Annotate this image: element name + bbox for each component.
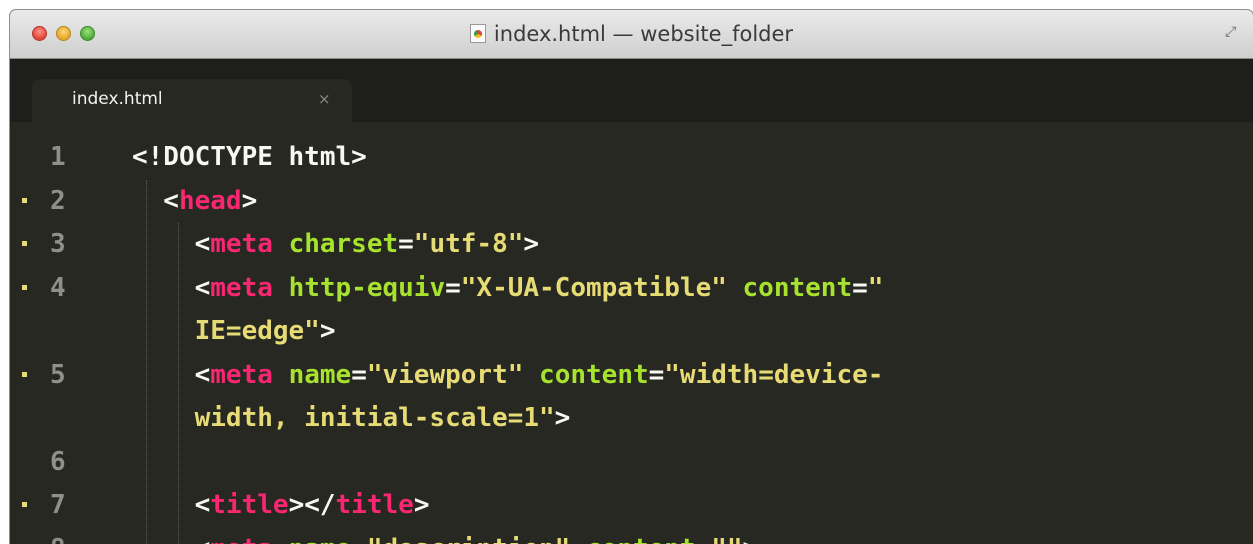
code-token: meta xyxy=(210,229,273,259)
code-token: = xyxy=(351,534,367,544)
code-token: ></ xyxy=(288,490,336,520)
code-text: <head> xyxy=(132,180,257,223)
line-number: 2 xyxy=(50,185,66,216)
code-line[interactable]: 4 <meta http-equiv="X-UA-Compatible" con… xyxy=(10,267,1253,310)
title-bar[interactable]: index.html — website_folder ⤢ xyxy=(10,10,1253,59)
code-token: < xyxy=(132,490,211,520)
tab-label: index.html xyxy=(72,89,163,109)
code-token: "X-UA-Compatible" xyxy=(460,272,727,303)
code-token: content xyxy=(586,534,696,544)
code-token: = xyxy=(696,534,712,544)
code-token: meta xyxy=(210,359,273,390)
modified-line-marker xyxy=(22,371,27,377)
code-text: <!DOCTYPE html> xyxy=(132,136,367,179)
code-token: "description" xyxy=(367,534,571,544)
code-text: <meta name="viewport" content="width=dev… xyxy=(132,354,884,397)
modified-line-marker xyxy=(22,502,27,507)
code-token: width, initial-scale=1" xyxy=(132,403,555,433)
code-token: > xyxy=(241,185,258,216)
editor-window: index.html — website_folder ⤢ index.html… xyxy=(10,10,1253,544)
code-line[interactable]: 8 <meta name="description" content=""> xyxy=(10,528,1253,544)
code-token: "viewport" xyxy=(366,359,524,390)
code-token: > xyxy=(554,403,571,433)
line-number: 8 xyxy=(50,528,90,544)
html-file-icon xyxy=(469,24,486,43)
code-token: > xyxy=(413,490,430,520)
modified-line-marker xyxy=(22,241,27,246)
code-token: < xyxy=(132,534,211,544)
modified-line-marker xyxy=(22,197,27,203)
window-title-wrap: index.html — website_folder xyxy=(10,22,1253,46)
code-text: <meta charset="utf-8"> xyxy=(132,223,539,266)
code-token: "width=device- xyxy=(664,359,884,390)
code-token: "utf-8" xyxy=(413,229,524,259)
code-token: title xyxy=(210,490,289,520)
code-token: < xyxy=(132,185,179,216)
code-token: " xyxy=(867,272,884,303)
code-line[interactable]: 5 <meta name="viewport" content="width=d… xyxy=(10,354,1253,397)
fullscreen-icon[interactable]: ⤢ xyxy=(1225,24,1241,40)
code-text: <title></title> xyxy=(132,484,430,527)
code-token: = xyxy=(852,272,868,303)
code-text: <meta name="description" content=""> xyxy=(132,528,759,544)
code-token: < xyxy=(132,229,211,259)
code-token: < xyxy=(132,272,211,303)
code-line[interactable]: 7 <title></title> xyxy=(10,484,1253,527)
code-token: > xyxy=(743,534,759,544)
code-line[interactable]: width, initial-scale=1"> xyxy=(10,397,1253,440)
code-token: name xyxy=(289,534,352,544)
line-number: 5 xyxy=(50,359,66,390)
code-line[interactable]: IE=edge"> xyxy=(10,310,1253,353)
code-token: http-equiv xyxy=(288,272,446,303)
code-line[interactable]: 6 xyxy=(10,441,1253,484)
code-token: head xyxy=(178,185,242,216)
code-token: content xyxy=(742,272,853,303)
line-number: 4 xyxy=(50,272,66,303)
code-token: content xyxy=(539,359,649,390)
code-token: name xyxy=(288,359,352,390)
tab-close-button[interactable]: × xyxy=(318,90,331,108)
code-line[interactable]: 3 <meta charset="utf-8"> xyxy=(10,223,1253,266)
code-text: <meta http-equiv="X-UA-Compatible" conte… xyxy=(132,267,884,310)
code-token: > xyxy=(319,316,336,346)
code-token: = xyxy=(445,272,461,303)
code-token: meta xyxy=(210,534,273,544)
code-editor[interactable]: 1 <!DOCTYPE html> 2 <head> 3 <meta charset=… xyxy=(10,122,1253,544)
indent-guide xyxy=(178,223,179,544)
code-token: "" xyxy=(711,534,742,544)
code-text: IE=edge"> xyxy=(132,310,336,353)
code-text: width, initial-scale=1"> xyxy=(132,397,571,440)
indent-guide xyxy=(146,179,147,544)
code-token: = xyxy=(351,359,367,390)
line-number: 3 xyxy=(50,229,66,259)
tab-index-html[interactable]: index.html × xyxy=(32,79,352,122)
window-title: index.html — website_folder xyxy=(493,22,794,46)
line-number: 7 xyxy=(50,490,66,520)
line-number: 1 xyxy=(50,142,66,172)
code-line[interactable]: 1 <!DOCTYPE html> xyxy=(10,136,1253,179)
code-token: charset xyxy=(288,229,399,259)
modified-line-marker xyxy=(22,284,27,290)
code-line[interactable]: 2 <head> xyxy=(10,180,1253,223)
code-token: meta xyxy=(210,272,273,303)
code-token: = xyxy=(398,229,414,259)
line-number: 6 xyxy=(50,446,66,477)
code-token: title xyxy=(335,490,414,520)
code-token: > xyxy=(523,229,540,259)
code-token: = xyxy=(648,359,665,390)
code-token: <!DOCTYPE html> xyxy=(132,142,367,172)
code-token: IE=edge" xyxy=(132,316,320,346)
tab-bar: index.html × xyxy=(10,59,1253,122)
code-token: < xyxy=(132,359,211,390)
